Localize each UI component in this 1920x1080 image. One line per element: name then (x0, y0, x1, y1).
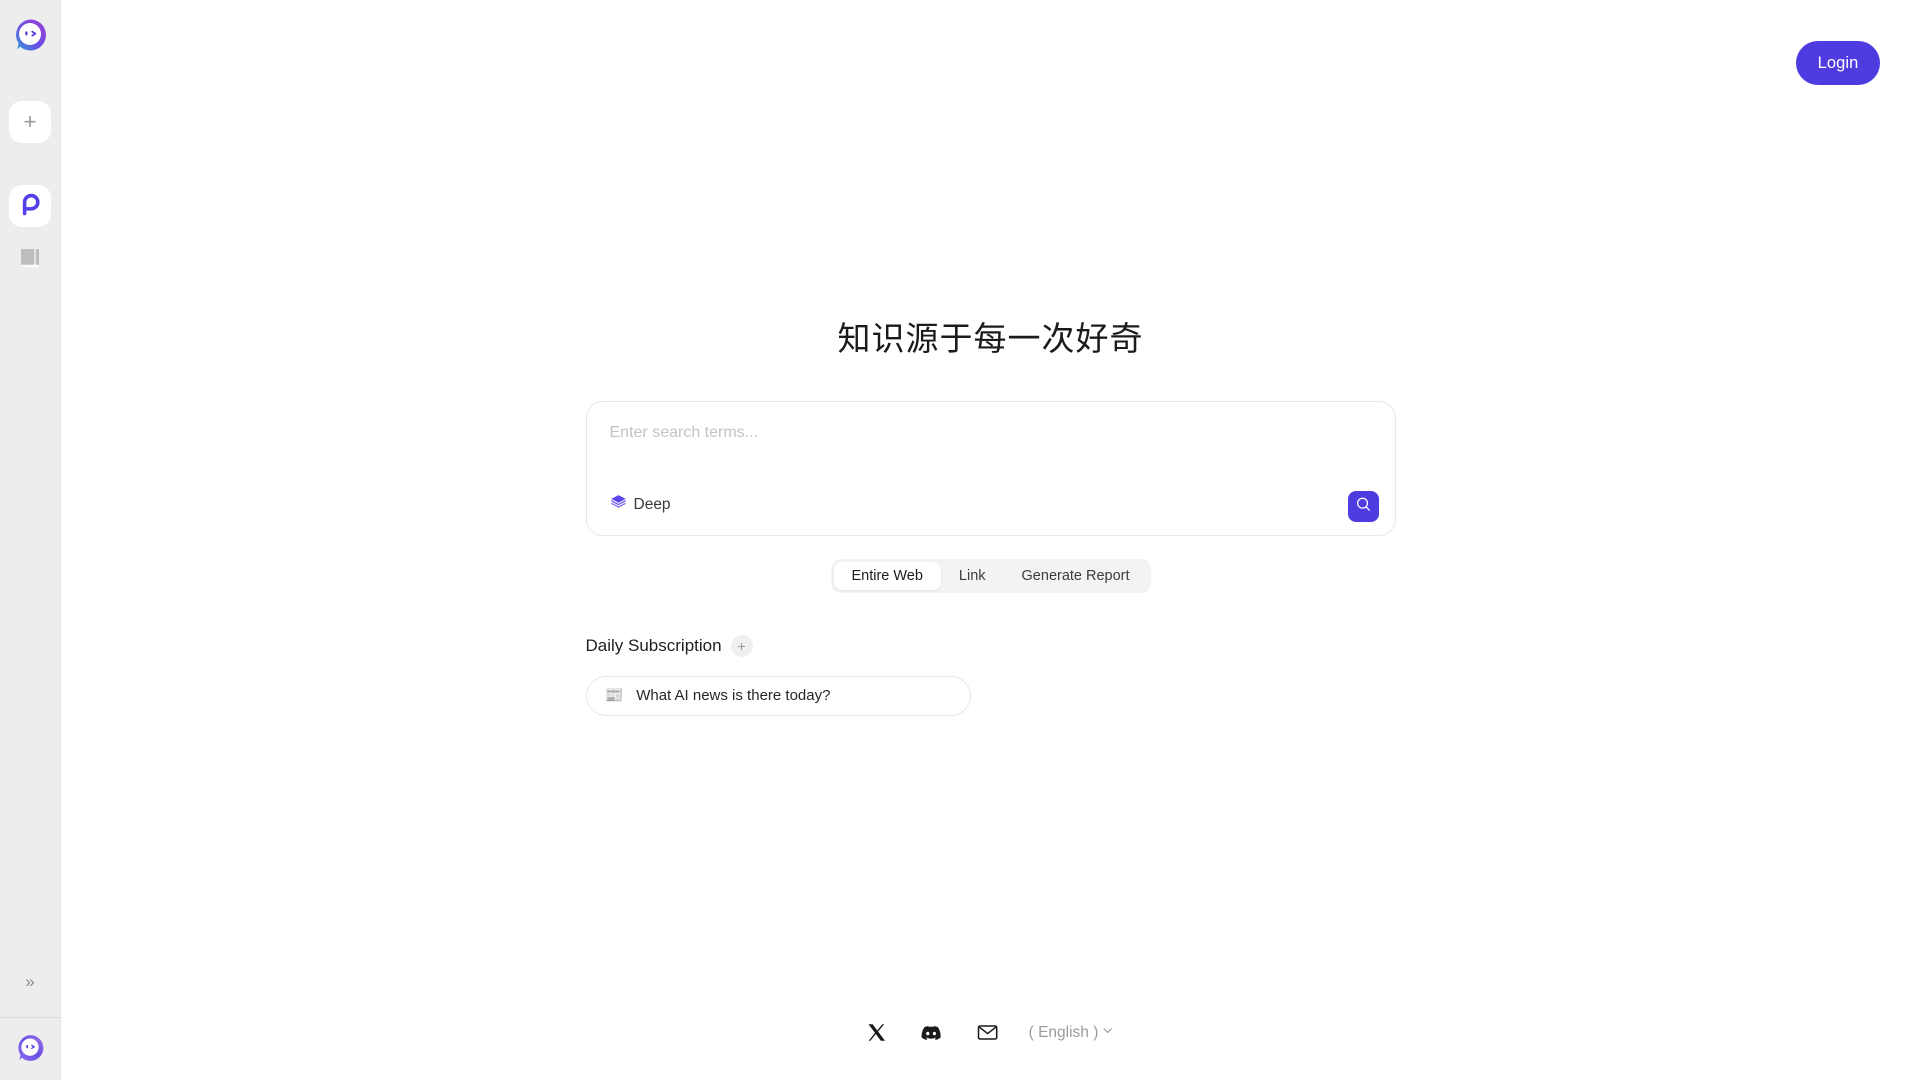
plus-icon: + (23, 109, 37, 134)
tab-entire-web[interactable]: Entire Web (833, 561, 941, 590)
mail-icon[interactable] (976, 1021, 999, 1044)
search-icon (1355, 496, 1372, 516)
home-center-stack: 知识源于每一次好奇 Deep (585, 318, 1396, 716)
user-avatar-icon[interactable] (14, 1032, 46, 1064)
layers-icon (610, 494, 627, 516)
main-content: Login 知识源于每一次好奇 Deep (61, 0, 1920, 1080)
chevron-down-icon (1101, 1024, 1114, 1042)
search-input[interactable] (609, 423, 1310, 442)
add-subscription-button[interactable]: + (730, 634, 753, 657)
sidebar: + » (0, 0, 61, 1080)
page-title: 知识源于每一次好奇 (837, 320, 1144, 357)
tab-generate-report[interactable]: Generate Report (1004, 562, 1148, 590)
sidebar-item-library[interactable] (9, 239, 51, 281)
footer: ( English ) (867, 1021, 1115, 1044)
search-mode-selector[interactable]: Deep (606, 491, 675, 519)
daily-subscription-title: Daily Subscription (585, 635, 722, 655)
login-button[interactable]: Login (1796, 41, 1880, 85)
book-icon (18, 246, 42, 275)
sidebar-item-app-switch[interactable] (9, 185, 51, 227)
search-submit-button[interactable] (1347, 490, 1379, 522)
language-selector[interactable]: ( English ) (1029, 1024, 1115, 1042)
discord-icon[interactable] (920, 1022, 942, 1044)
subscription-card[interactable]: 📰 What AI news is there today? (585, 675, 971, 716)
language-label: ( English ) (1028, 1023, 1099, 1041)
x-twitter-icon[interactable] (867, 1023, 886, 1042)
sidebar-divider (0, 1017, 61, 1018)
search-mode-label: Deep (633, 495, 671, 513)
daily-subscription-section: Daily Subscription + 📰 What AI news is t… (585, 634, 1396, 716)
subscription-card-text: What AI news is there today? (636, 687, 831, 705)
search-box: Deep (585, 400, 1396, 536)
tab-link[interactable]: Link (941, 562, 1004, 590)
search-scope-tabs: Entire Web Link Generate Report (830, 558, 1151, 593)
daily-subscription-header: Daily Subscription + (585, 634, 1396, 657)
sidebar-item-new-chat[interactable]: + (9, 101, 51, 143)
chevrons-right-icon: » (25, 972, 35, 991)
p-logo-icon (17, 191, 43, 222)
sidebar-expand-button[interactable]: » (9, 961, 51, 1003)
app-logo-icon[interactable] (9, 14, 51, 56)
newspaper-emoji-icon: 📰 (604, 687, 624, 705)
